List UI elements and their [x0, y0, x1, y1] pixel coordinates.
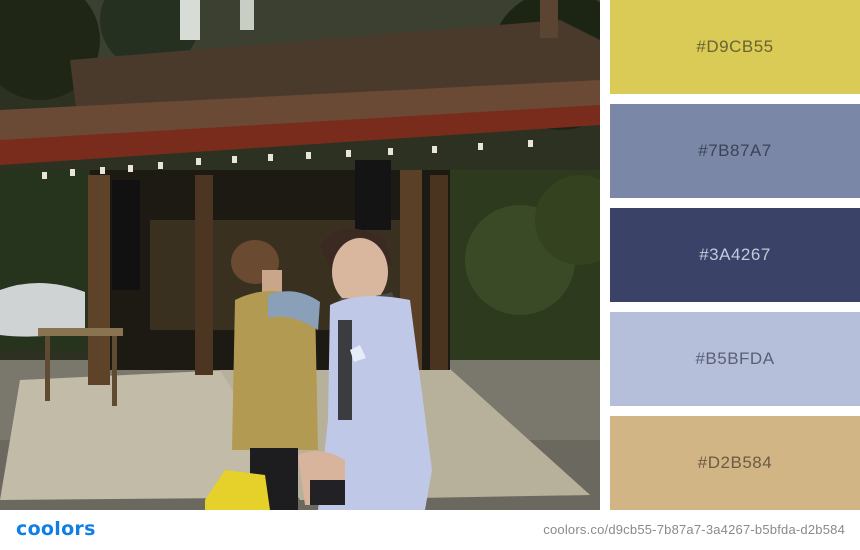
swatch-2[interactable]: #7B87A7	[610, 104, 860, 198]
swatch-2-hex: #7B87A7	[698, 141, 772, 160]
swatch-4-hex: #B5BFDA	[695, 349, 775, 368]
swatch-5-hex: #D2B584	[697, 453, 773, 472]
swatch-4[interactable]: #B5BFDA	[610, 312, 860, 406]
photo	[0, 0, 600, 510]
palette-url[interactable]: coolors.co/d9cb55-7b87a7-3a4267-b5bfda-d…	[543, 522, 845, 537]
color-palette: #D9CB55 #7B87A7 #3A4267 #B5BFDA #D2B584	[610, 0, 860, 510]
swatch-1[interactable]: #D9CB55	[610, 0, 860, 94]
swatch-3-hex: #3A4267	[699, 245, 771, 264]
coolors-logo[interactable]: coolors	[16, 518, 96, 540]
swatch-3[interactable]: #3A4267	[610, 208, 860, 302]
swatch-5[interactable]: #D2B584	[610, 416, 860, 510]
swatch-1-hex: #D9CB55	[696, 37, 774, 56]
footer: coolors coolors.co/d9cb55-7b87a7-3a4267-…	[0, 510, 860, 550]
